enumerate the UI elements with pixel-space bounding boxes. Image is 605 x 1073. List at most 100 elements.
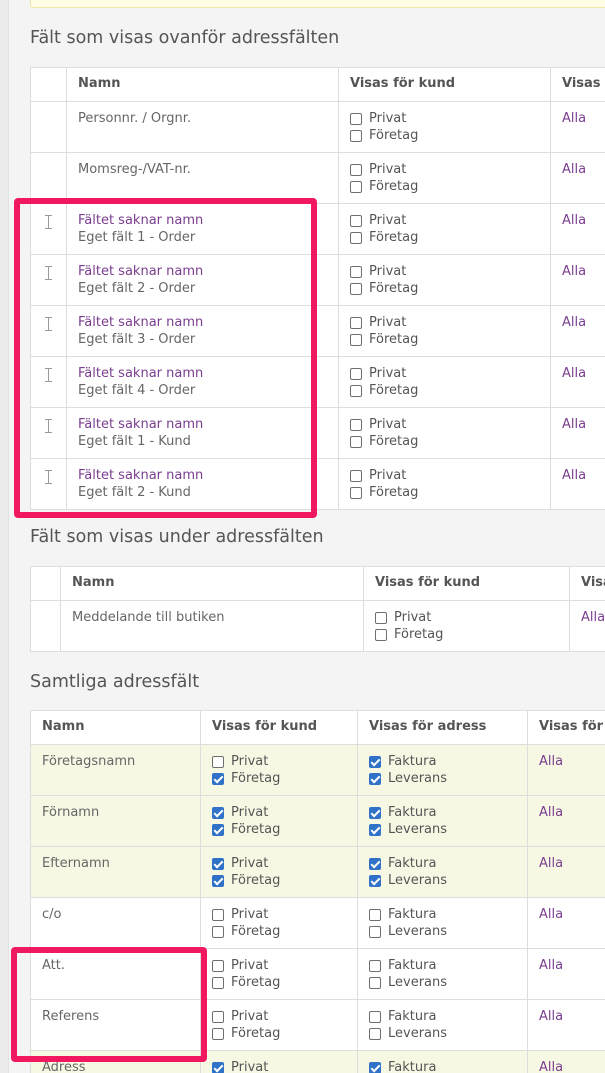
checkbox-icon[interactable] (375, 611, 387, 624)
checkbox-icon[interactable] (350, 163, 362, 176)
checkbox-option[interactable]: Faktura (369, 957, 516, 974)
checkbox-icon[interactable] (375, 628, 387, 641)
checkbox-icon[interactable] (212, 823, 224, 836)
checkbox-option[interactable]: Företag (212, 770, 346, 787)
checkbox-option[interactable]: Företag (350, 127, 539, 144)
field-name-link[interactable]: Fältet saknar namn (78, 467, 327, 484)
checkbox-icon[interactable] (212, 1027, 224, 1040)
field-name-link[interactable]: Fältet saknar namn (78, 263, 327, 280)
field-name-link[interactable]: Fältet saknar namn (78, 365, 327, 382)
visible-for-link[interactable]: Alla (539, 958, 563, 973)
visible-for-link[interactable]: Alla (539, 805, 563, 820)
checkbox-option[interactable]: Leverans (369, 821, 516, 838)
checkbox-icon[interactable] (350, 129, 362, 142)
visible-for-link[interactable]: Alla (562, 417, 586, 432)
checkbox-option[interactable]: Privat (212, 1059, 346, 1073)
checkbox-icon[interactable] (212, 857, 224, 870)
checkbox-option[interactable]: Privat (350, 263, 539, 280)
field-name-link[interactable]: Fältet saknar namn (78, 212, 327, 229)
checkbox-icon[interactable] (350, 367, 362, 380)
visible-for-link[interactable]: Alla (562, 213, 586, 228)
checkbox-icon[interactable] (212, 874, 224, 887)
checkbox-icon[interactable] (369, 806, 381, 819)
checkbox-icon[interactable] (369, 1027, 381, 1040)
checkbox-option[interactable]: Leverans (369, 770, 516, 787)
drag-handle-icon[interactable] (44, 418, 53, 434)
checkbox-option[interactable]: Företag (375, 626, 558, 643)
checkbox-icon[interactable] (369, 1061, 381, 1073)
checkbox-icon[interactable] (212, 772, 224, 785)
visible-for-link[interactable]: Alla (581, 610, 605, 625)
checkbox-option[interactable]: Företag (350, 382, 539, 399)
visible-for-link[interactable]: Alla (562, 111, 586, 126)
checkbox-option[interactable]: Företag (212, 923, 346, 940)
checkbox-icon[interactable] (369, 823, 381, 836)
drag-handle-icon[interactable] (44, 469, 53, 485)
checkbox-icon[interactable] (350, 265, 362, 278)
checkbox-icon[interactable] (350, 316, 362, 329)
visible-for-link[interactable]: Alla (562, 468, 586, 483)
visible-for-link[interactable]: Alla (539, 1060, 563, 1073)
checkbox-option[interactable]: Faktura (369, 753, 516, 770)
checkbox-icon[interactable] (369, 857, 381, 870)
checkbox-icon[interactable] (350, 469, 362, 482)
checkbox-icon[interactable] (212, 908, 224, 921)
checkbox-icon[interactable] (369, 976, 381, 989)
checkbox-option[interactable]: Privat (212, 804, 346, 821)
checkbox-option[interactable]: Privat (350, 161, 539, 178)
checkbox-option[interactable]: Privat (375, 609, 558, 626)
visible-for-link[interactable]: Alla (562, 162, 586, 177)
checkbox-option[interactable]: Företag (212, 974, 346, 991)
checkbox-icon[interactable] (350, 384, 362, 397)
checkbox-option[interactable]: Faktura (369, 804, 516, 821)
checkbox-icon[interactable] (350, 231, 362, 244)
checkbox-icon[interactable] (350, 214, 362, 227)
checkbox-option[interactable]: Företag (212, 821, 346, 838)
checkbox-option[interactable]: Privat (350, 365, 539, 382)
checkbox-option[interactable]: Företag (212, 1025, 346, 1042)
checkbox-icon[interactable] (212, 1010, 224, 1023)
checkbox-icon[interactable] (212, 1061, 224, 1073)
checkbox-option[interactable]: Privat (212, 906, 346, 923)
visible-for-link[interactable]: Alla (562, 366, 586, 381)
checkbox-option[interactable]: Leverans (369, 923, 516, 940)
checkbox-icon[interactable] (350, 180, 362, 193)
checkbox-icon[interactable] (369, 925, 381, 938)
checkbox-option[interactable]: Företag (350, 484, 539, 501)
checkbox-icon[interactable] (212, 755, 224, 768)
checkbox-option[interactable]: Leverans (369, 1025, 516, 1042)
checkbox-icon[interactable] (350, 418, 362, 431)
checkbox-option[interactable]: Företag (350, 433, 539, 450)
checkbox-icon[interactable] (350, 282, 362, 295)
visible-for-link[interactable]: Alla (539, 754, 563, 769)
checkbox-icon[interactable] (369, 1010, 381, 1023)
checkbox-option[interactable]: Privat (350, 467, 539, 484)
drag-handle-icon[interactable] (44, 214, 53, 230)
drag-handle-icon[interactable] (44, 367, 53, 383)
checkbox-icon[interactable] (212, 806, 224, 819)
checkbox-option[interactable]: Privat (350, 416, 539, 433)
checkbox-icon[interactable] (350, 333, 362, 346)
checkbox-option[interactable]: Faktura (369, 1059, 516, 1073)
checkbox-option[interactable]: Privat (212, 753, 346, 770)
checkbox-option[interactable]: Privat (212, 1008, 346, 1025)
checkbox-icon[interactable] (369, 908, 381, 921)
checkbox-option[interactable]: Leverans (369, 872, 516, 889)
drag-handle-icon[interactable] (44, 316, 53, 332)
checkbox-icon[interactable] (350, 435, 362, 448)
checkbox-option[interactable]: Privat (212, 855, 346, 872)
visible-for-link[interactable]: Alla (539, 907, 563, 922)
checkbox-option[interactable]: Faktura (369, 855, 516, 872)
checkbox-option[interactable]: Företag (350, 280, 539, 297)
checkbox-icon[interactable] (369, 755, 381, 768)
checkbox-icon[interactable] (350, 486, 362, 499)
checkbox-icon[interactable] (369, 959, 381, 972)
visible-for-link[interactable]: Alla (539, 1009, 563, 1024)
checkbox-icon[interactable] (350, 112, 362, 125)
checkbox-icon[interactable] (369, 772, 381, 785)
visible-for-link[interactable]: Alla (562, 264, 586, 279)
visible-for-link[interactable]: Alla (539, 856, 563, 871)
visible-for-link[interactable]: Alla (562, 315, 586, 330)
drag-handle-icon[interactable] (44, 265, 53, 281)
checkbox-option[interactable]: Företag (350, 178, 539, 195)
